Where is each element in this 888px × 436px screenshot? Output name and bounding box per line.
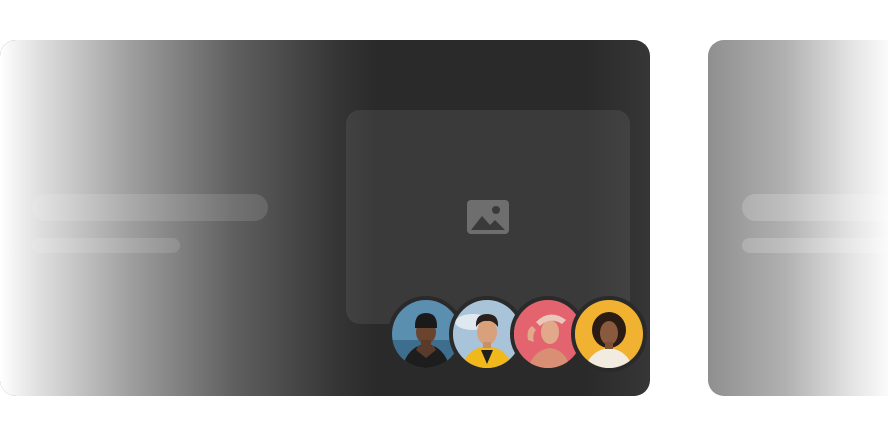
skeleton-title: [32, 194, 268, 221]
carousel-card-next[interactable]: [708, 40, 888, 396]
avatar[interactable]: [571, 296, 647, 372]
skeleton-subtitle: [32, 238, 180, 253]
image-placeholder-icon: [466, 199, 510, 235]
avatar-group: [388, 296, 647, 372]
media-placeholder: [346, 110, 630, 324]
carousel: [0, 0, 888, 436]
card-fade-overlay: [708, 40, 888, 396]
carousel-card-active[interactable]: [0, 40, 650, 396]
